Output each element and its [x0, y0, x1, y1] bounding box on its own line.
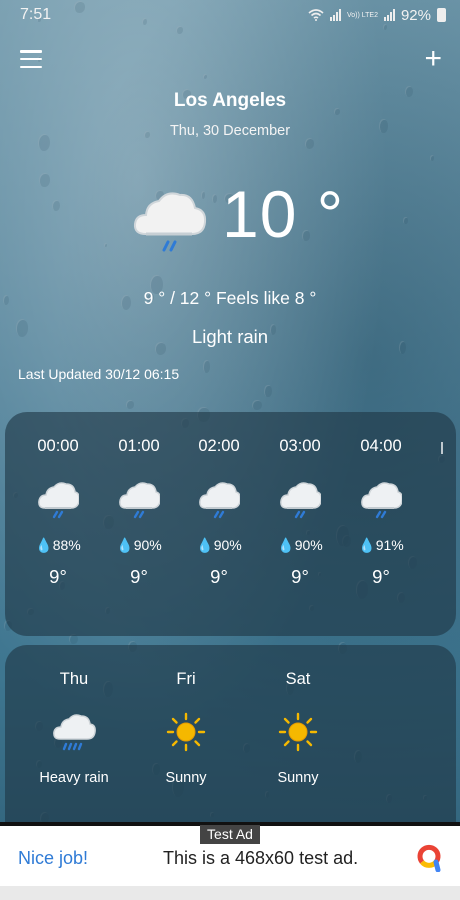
ad-body-text[interactable]: This is a 468x60 test ad.	[163, 848, 358, 869]
wifi-icon	[308, 9, 324, 21]
battery-percent: 92%	[400, 6, 431, 24]
droplet-icon: 💧	[116, 537, 134, 553]
day-name: Thu	[59, 670, 89, 688]
rain-cloud-icon	[198, 480, 240, 520]
day-condition: Heavy rain	[39, 770, 109, 786]
day-name: Fri	[176, 670, 196, 688]
rain-cloud-icon	[118, 480, 160, 520]
hour-temperature: 9°	[49, 566, 67, 587]
battery-icon	[437, 8, 446, 22]
humidity-value: 💧90%	[196, 537, 242, 553]
sun-icon	[164, 711, 208, 753]
humidity-value: 💧90%	[116, 537, 162, 553]
hour-temperature: 9°	[210, 566, 228, 587]
hour-temperature: 9°	[130, 566, 148, 587]
city-name: Los Angeles	[173, 90, 287, 111]
hour-time: 02:00	[198, 437, 240, 455]
humidity-value: 💧90%	[277, 537, 323, 553]
hamburger-menu-icon[interactable]	[20, 50, 42, 68]
sun-icon	[276, 711, 320, 753]
signal-icon	[383, 9, 395, 21]
status-bar: 7:51 Vo)) LTE2 92%	[0, 0, 460, 30]
rain-cloud-icon	[37, 480, 79, 520]
hour-time: 04:00	[360, 437, 402, 455]
ad-logo-icon	[417, 844, 441, 872]
ad-nice-text[interactable]: Nice job!	[18, 848, 88, 869]
current-date: Thu, 30 December	[169, 123, 291, 139]
signal-icon	[329, 9, 341, 21]
status-time: 7:51	[20, 6, 52, 23]
hour-temperature: 9°	[291, 566, 309, 587]
system-nav-bar	[0, 886, 460, 900]
last-updated: Last Updated 30/12 06:15	[18, 366, 180, 382]
heavy-rain-cloud-icon	[53, 714, 96, 751]
rain-cloud-icon	[133, 192, 207, 252]
day-condition: Sunny	[277, 770, 319, 786]
humidity-value: 💧88%	[35, 537, 81, 553]
rain-cloud-icon	[279, 480, 321, 520]
ad-label: Test Ad	[200, 825, 260, 844]
hour-time: 03:00	[279, 437, 321, 455]
lte-indicator: Vo)) LTE2	[346, 11, 378, 19]
daily-forecast-card[interactable]: Thu Heavy rain Fri Sunny Sat Sunny	[5, 645, 456, 835]
humidity-value: 💧91%	[358, 537, 404, 553]
droplet-icon: 💧	[35, 537, 53, 553]
min-max-feels-like: 9 ° / 12 ° Feels like 8 °	[143, 288, 317, 308]
droplet-icon: 💧	[358, 537, 376, 553]
day-condition: Sunny	[165, 770, 207, 786]
hour-temperature: 9°	[372, 566, 390, 587]
day-name: Sat	[285, 670, 311, 688]
hour-time: 00:00	[37, 437, 79, 455]
current-temperature: 10 °	[222, 177, 345, 251]
hour-time: 01:00	[118, 437, 160, 455]
scroll-indicator	[441, 442, 443, 454]
droplet-icon: 💧	[277, 537, 295, 553]
hourly-forecast-card[interactable]: 00:00 💧88% 9° 01:00 💧90% 9° 02:00 💧90% 9…	[5, 412, 456, 636]
add-city-button[interactable]: +	[424, 44, 442, 74]
current-condition: Light rain	[191, 326, 269, 347]
droplet-icon: 💧	[196, 537, 214, 553]
rain-cloud-icon	[360, 480, 402, 520]
